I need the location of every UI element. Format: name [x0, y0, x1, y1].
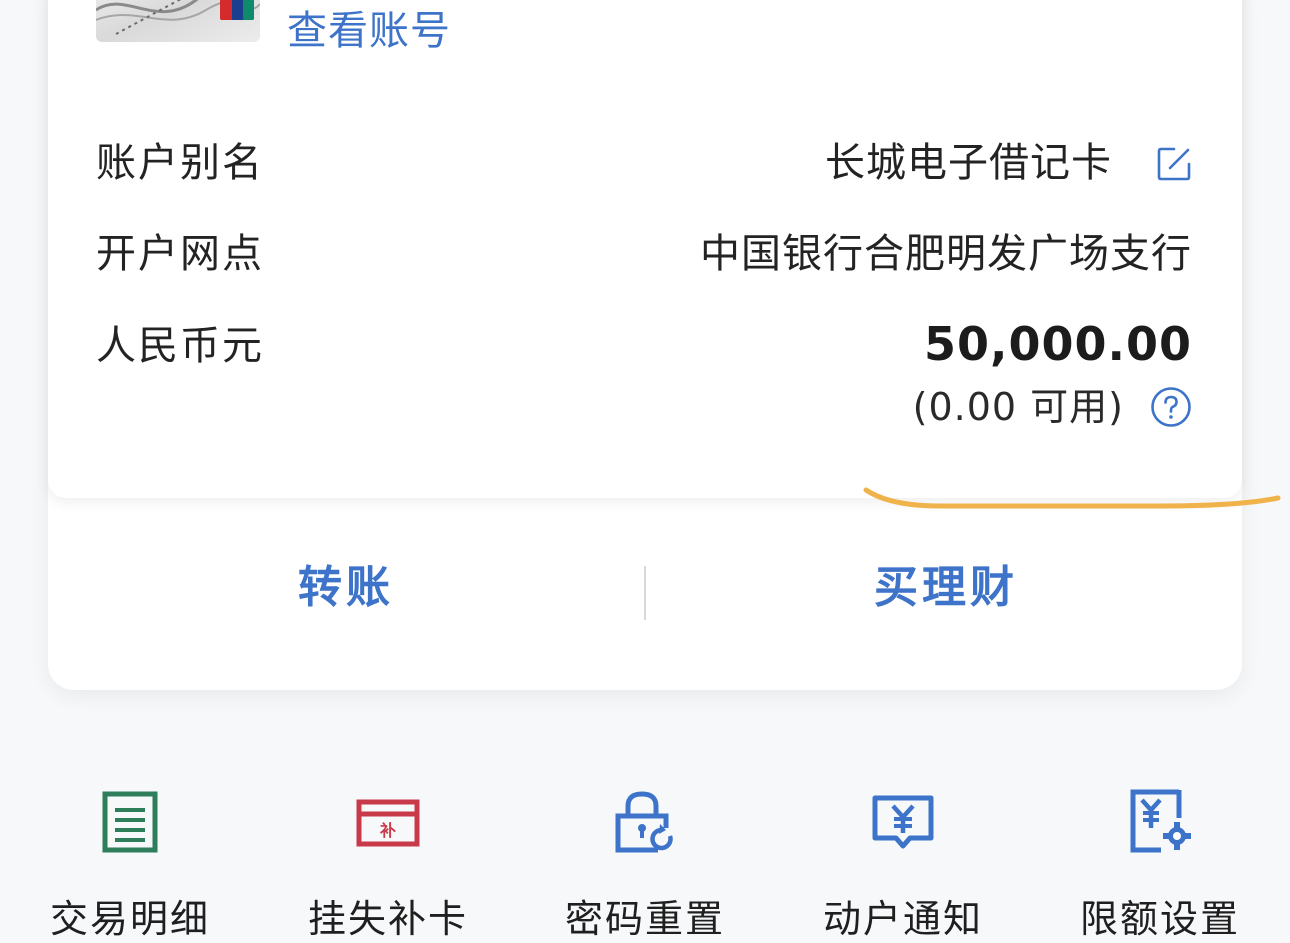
view-account-link[interactable]: 查看账号 — [287, 0, 451, 56]
svg-text:补: 补 — [379, 821, 396, 840]
limit-settings-icon — [1130, 789, 1191, 853]
available-balance: (0.00 可用) — [912, 385, 1124, 429]
transaction-list-icon — [102, 791, 158, 853]
quick-actions: 转账 买理财 — [48, 518, 1242, 658]
actions-divider — [644, 566, 646, 620]
row-branch: 开户网点 中国银行合肥明发广场支行 — [96, 224, 1192, 284]
account-card: 查看账号 账户别名 长城电子借记卡 开户网点 中国银行合肥明发广场支行 人民币元… — [48, 0, 1242, 690]
branch-value: 中国银行合肥明发广场支行 — [700, 231, 1192, 277]
row-account-alias: 账户别名 长城电子借记卡 — [96, 133, 1192, 193]
service-menu: 交易明细 补 挂失补卡 密码重置 动户通知 限额设置 — [0, 780, 1290, 941]
unionpay-card-icon — [96, 0, 260, 42]
edit-icon[interactable] — [1156, 146, 1192, 182]
branch-label: 开户网点 — [96, 231, 264, 277]
buy-wealth-button[interactable]: 买理财 — [874, 558, 1018, 618]
menu-item-account-alert[interactable]: 动户通知 — [793, 780, 1013, 941]
transfer-button[interactable]: 转账 — [298, 558, 394, 618]
menu-item-limit-settings[interactable]: 限额设置 — [1050, 780, 1270, 941]
balance-amount: 50,000.00 — [924, 317, 1192, 371]
menu-label: 挂失补卡 — [307, 897, 468, 941]
menu-item-card-replace[interactable]: 补 挂失补卡 — [278, 780, 498, 941]
currency-label: 人民币元 — [96, 323, 264, 369]
card-replace-icon: 补 — [356, 799, 420, 847]
account-alias-value: 长城电子借记卡 — [825, 140, 1112, 186]
row-balance: 人民币元 50,000.00 (0.00 可用) — [96, 316, 1192, 446]
menu-item-password-reset[interactable]: 密码重置 — [535, 780, 755, 941]
highlight-annotation — [863, 487, 1281, 509]
menu-label: 动户通知 — [822, 897, 983, 941]
help-icon[interactable] — [1150, 386, 1192, 428]
account-alert-icon — [872, 795, 934, 849]
account-info-panel: 查看账号 账户别名 长城电子借记卡 开户网点 中国银行合肥明发广场支行 人民币元… — [48, 0, 1242, 498]
account-alias-label: 账户别名 — [96, 140, 264, 186]
menu-label: 限额设置 — [1079, 897, 1240, 941]
menu-label: 密码重置 — [564, 897, 725, 941]
menu-item-transactions[interactable]: 交易明细 — [20, 780, 240, 941]
password-reset-icon — [615, 791, 673, 853]
menu-label: 交易明细 — [49, 897, 210, 941]
